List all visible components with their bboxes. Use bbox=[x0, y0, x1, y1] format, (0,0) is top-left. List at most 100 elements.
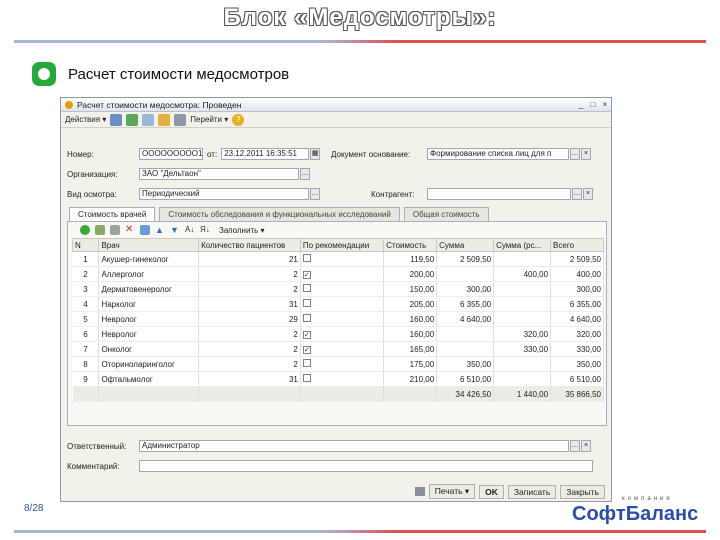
basis-field[interactable]: Формирование списка лиц для п bbox=[427, 148, 569, 160]
contractor-select-button[interactable]: … bbox=[572, 188, 582, 200]
row-cost: 200,00 bbox=[383, 266, 438, 282]
recommendation-checkbox[interactable]: ✓ bbox=[302, 345, 311, 354]
org-select-button[interactable]: … bbox=[300, 168, 310, 180]
row-doctor: Аллерголог bbox=[98, 266, 200, 282]
col-cost[interactable]: Стоимость bbox=[383, 238, 438, 252]
responsible-field[interactable]: Администратор bbox=[139, 440, 569, 452]
contractor-field[interactable] bbox=[427, 188, 571, 200]
comment-field[interactable] bbox=[139, 460, 593, 472]
row-n: 5 bbox=[72, 311, 100, 327]
recommendation-checkbox[interactable]: ✓ bbox=[302, 270, 311, 279]
col-sum-rec[interactable]: Сумма (рс... bbox=[493, 238, 552, 252]
recommendation-checkbox[interactable] bbox=[302, 254, 311, 262]
refresh-icon[interactable] bbox=[126, 113, 139, 126]
row-n: 4 bbox=[72, 296, 100, 312]
save-button[interactable]: Записать bbox=[507, 484, 557, 499]
window-toolbar: Действия ▾ Перейти ▾ ? bbox=[61, 112, 611, 128]
col-recommendation[interactable]: По рекомендации bbox=[299, 238, 385, 252]
table-row[interactable]: 3 Дерматовенеролог 2 150,00 300,00 300,0… bbox=[72, 281, 604, 297]
structure-icon[interactable] bbox=[158, 113, 171, 126]
sort-desc-icon[interactable]: Я↓ bbox=[200, 225, 210, 235]
org-label: Организация: bbox=[67, 169, 118, 179]
recommendation-checkbox[interactable] bbox=[302, 374, 311, 382]
row-rec bbox=[300, 281, 385, 297]
col-n[interactable]: N bbox=[71, 238, 100, 252]
post-icon[interactable] bbox=[142, 113, 155, 126]
bottom-divider bbox=[14, 530, 706, 533]
col-sum[interactable]: Сумма bbox=[436, 238, 495, 252]
col-total[interactable]: Всего bbox=[550, 238, 604, 252]
col-doctor[interactable]: Врач bbox=[98, 238, 200, 252]
recommendation-checkbox[interactable] bbox=[302, 359, 311, 367]
add-row-icon[interactable] bbox=[80, 225, 90, 235]
date-field[interactable]: 23.12.2011 16:35:51 bbox=[221, 148, 310, 160]
number-field[interactable]: ООООООООО1 bbox=[139, 148, 203, 160]
move-up-icon[interactable]: ▲ bbox=[155, 225, 165, 235]
tab-total-cost[interactable]: Общая стоимость bbox=[403, 207, 489, 221]
sort-asc-icon[interactable]: A↓ bbox=[185, 225, 195, 235]
print-icon[interactable] bbox=[174, 113, 187, 126]
save-icon[interactable] bbox=[110, 113, 123, 126]
row-sum bbox=[436, 341, 495, 357]
table-row[interactable]: 9 Офтальмолог 31 210,00 6 510,00 6 510,0… bbox=[72, 371, 604, 387]
tab-exams-cost[interactable]: Стоимость обследования и функциональных … bbox=[159, 207, 400, 221]
close-button[interactable]: × bbox=[599, 99, 611, 110]
table-row[interactable]: 5 Невролог 29 160,00 4 640,00 4 640,00 bbox=[72, 311, 604, 327]
org-field[interactable]: ЗАО "Дельтаон" bbox=[139, 168, 299, 180]
row-patients: 2 bbox=[198, 326, 301, 342]
row-patients: 2 bbox=[198, 356, 301, 372]
row-sum: 6 510,00 bbox=[436, 371, 495, 387]
basis-select-button[interactable]: … bbox=[570, 148, 580, 160]
help-icon[interactable]: ? bbox=[232, 113, 245, 126]
contractor-row: Контрагент: … × bbox=[371, 188, 593, 200]
table-icon[interactable] bbox=[140, 225, 150, 235]
table-row[interactable]: 7 Онколог 2 ✓ 165,00 330,00 330,00 bbox=[72, 341, 604, 357]
exam-type-field[interactable]: Периодический bbox=[139, 188, 309, 200]
table-row[interactable]: 8 Оториноларинголог 2 175,00 350,00 350,… bbox=[72, 356, 604, 372]
tab-doctors-cost[interactable]: Стоимость врачей bbox=[69, 207, 156, 221]
col-patients[interactable]: Количество пациентов bbox=[198, 238, 301, 252]
recommendation-checkbox[interactable] bbox=[302, 284, 311, 292]
table-row[interactable]: 1 Акушер-гинеколог 21 119,50 2 509,50 2 … bbox=[72, 251, 604, 267]
row-patients: 31 bbox=[198, 371, 301, 387]
basis-clear-button[interactable]: × bbox=[581, 148, 591, 160]
table-row[interactable]: 2 Аллерголог 2 ✓ 200,00 400,00 400,00 bbox=[72, 266, 604, 282]
recommendation-checkbox[interactable] bbox=[302, 299, 311, 307]
ok-button[interactable]: OK bbox=[479, 484, 504, 499]
table-row[interactable]: 4 Нарколог 31 205,00 6 355,00 6 355,00 bbox=[72, 296, 604, 312]
actions-menu[interactable]: Действия ▾ bbox=[65, 115, 106, 124]
recommendation-checkbox[interactable]: ✓ bbox=[302, 330, 311, 339]
basis-label: Документ основание: bbox=[331, 149, 411, 159]
number-label: Номер: bbox=[67, 149, 94, 159]
row-total: 300,00 bbox=[550, 281, 604, 297]
fill-menu[interactable]: Заполнить ▾ bbox=[219, 226, 265, 235]
goto-menu[interactable]: Перейти ▾ bbox=[190, 115, 228, 124]
copy-row-icon[interactable] bbox=[95, 225, 105, 235]
tab-panel: ✕ ▲ ▼ A↓ Я↓ Заполнить ▾ N Врач Количеств… bbox=[67, 221, 607, 426]
delete-row-icon[interactable]: ✕ bbox=[125, 225, 135, 235]
minimize-button[interactable]: _ bbox=[575, 99, 587, 110]
row-sum-rec: 320,00 bbox=[493, 326, 552, 342]
close-window-button[interactable]: Закрыть bbox=[560, 484, 605, 499]
calendar-icon[interactable]: ▦ bbox=[310, 148, 321, 160]
table-row[interactable]: 6 Невролог 2 ✓ 160,00 320,00 320,00 bbox=[72, 326, 604, 342]
maximize-button[interactable]: □ bbox=[587, 99, 599, 110]
row-total: 400,00 bbox=[550, 266, 604, 282]
row-doctor: Дерматовенеролог bbox=[98, 281, 200, 297]
row-rec bbox=[300, 371, 385, 387]
row-cost: 160,00 bbox=[383, 326, 438, 342]
recommendation-checkbox[interactable] bbox=[302, 314, 311, 322]
exam-type-select-button[interactable]: … bbox=[310, 188, 320, 200]
move-down-icon[interactable]: ▼ bbox=[170, 225, 180, 235]
contractor-clear-button[interactable]: × bbox=[583, 188, 593, 200]
responsible-select-button[interactable]: … bbox=[570, 440, 580, 452]
print-button[interactable]: Печать ▾ bbox=[428, 484, 476, 499]
row-n: 3 bbox=[72, 281, 100, 297]
row-n: 6 bbox=[72, 326, 100, 342]
row-n: 8 bbox=[72, 356, 100, 372]
row-sum: 350,00 bbox=[436, 356, 495, 372]
responsible-clear-button[interactable]: × bbox=[581, 440, 591, 452]
totals-row: 34 426,50 1 440,00 35 866,50 bbox=[72, 386, 604, 402]
row-total: 330,00 bbox=[550, 341, 604, 357]
edit-row-icon[interactable] bbox=[110, 225, 120, 235]
